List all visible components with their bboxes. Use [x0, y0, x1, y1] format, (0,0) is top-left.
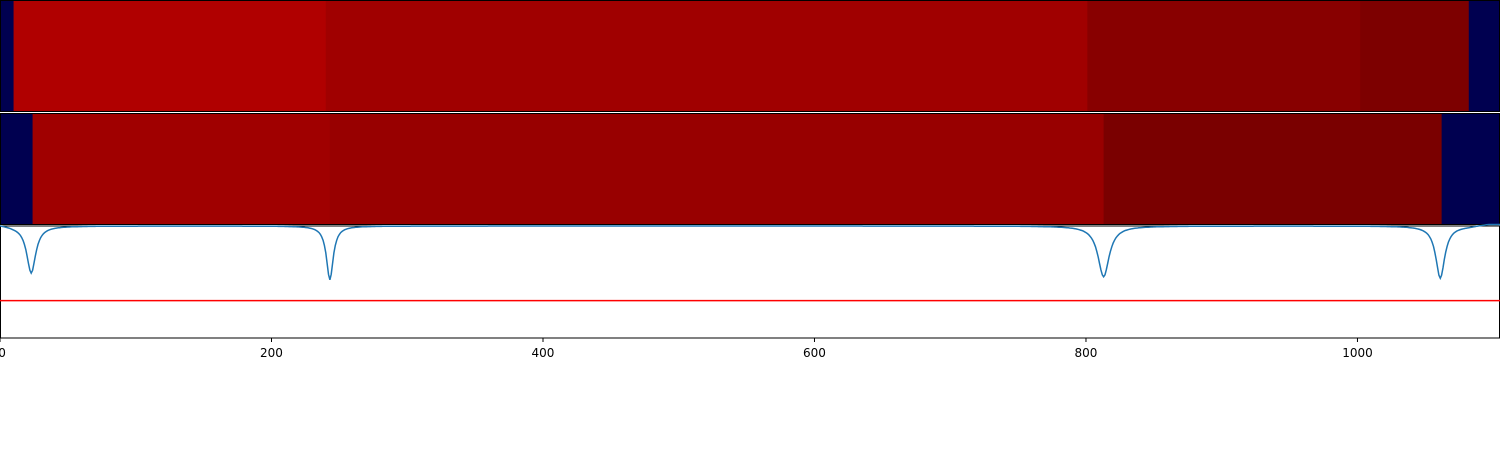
heatmap-middle-segment-2	[329, 113, 1105, 225]
x-tick-label-2: 400	[532, 346, 555, 360]
heatmap-middle-segment-4	[1441, 113, 1500, 225]
x-tick-label-5: 1000	[1342, 346, 1373, 360]
figure: 0 200 400 600 800 1000	[0, 0, 1500, 360]
heatmap-middle-segment-0	[0, 113, 34, 225]
heatmap-top-segment-2	[325, 0, 1088, 112]
heatmap-middle	[0, 113, 1500, 225]
line-plot-frame	[0, 225, 1500, 339]
heatmap-middle-segment-3	[1103, 113, 1443, 225]
x-tick-label-1: 200	[260, 346, 283, 360]
heatmap-top-segment-0	[0, 0, 15, 112]
series-line-0	[0, 223, 1500, 281]
heatmap-top	[0, 0, 1500, 112]
line-plot	[0, 223, 1500, 339]
heatmap-top-segment-5	[1468, 0, 1500, 112]
heatmap-top-segment-1	[13, 0, 327, 112]
heatmap-top-segment-4	[1360, 0, 1470, 112]
x-axis: 0 200 400 600 800 1000	[0, 338, 1373, 360]
heatmap-middle-segment-1	[32, 113, 331, 225]
heatmap-top-segment-3	[1087, 0, 1361, 112]
x-tick-label-3: 600	[803, 346, 826, 360]
x-tick-label-4: 800	[1075, 346, 1098, 360]
x-tick-label-0: 0	[0, 346, 6, 360]
